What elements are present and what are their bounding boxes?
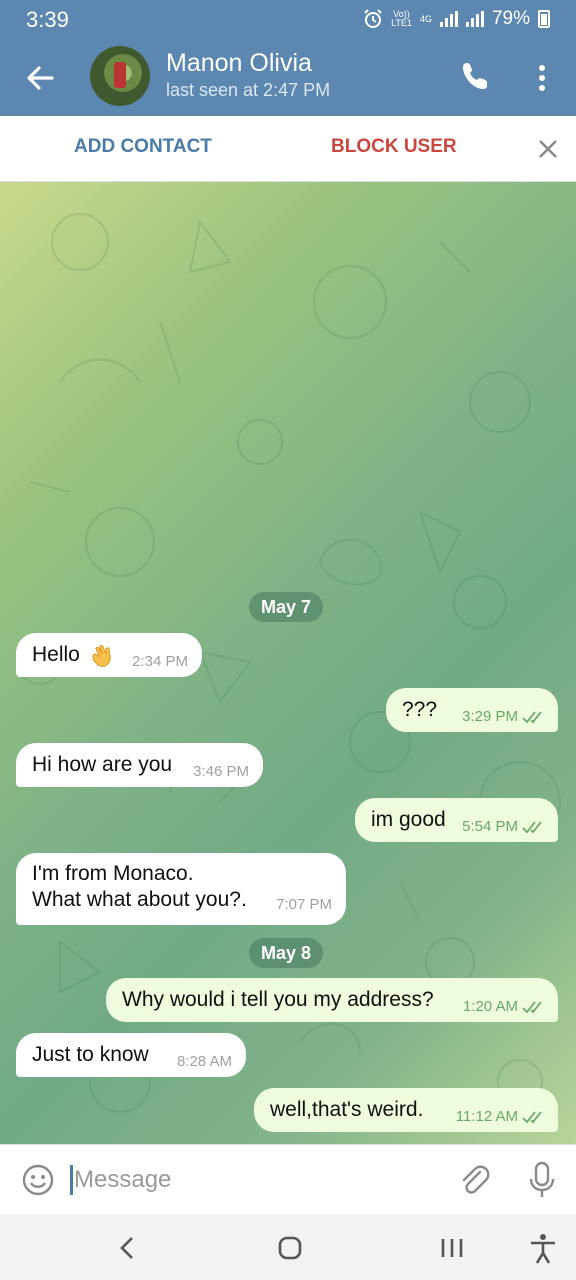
message-bubble-incoming[interactable]: Hello 2:34 PM: [16, 633, 202, 677]
message-time: 1:20 AM: [462, 998, 518, 1015]
chat-header: Manon Olivia last seen at 2:47 PM: [0, 42, 576, 116]
message-text: im good: [371, 808, 446, 831]
message-text: Hello: [32, 643, 80, 666]
message-input[interactable]: [74, 1163, 434, 1197]
message-text-line: I'm from Monaco.: [32, 862, 194, 885]
network-indicator: Vo)) LTE1: [391, 9, 412, 28]
alarm-icon: [364, 9, 382, 28]
system-nav-bar: [0, 1214, 576, 1280]
date-separator: May 7: [249, 592, 324, 622]
nav-recent-apps-icon[interactable]: [436, 1232, 468, 1264]
mic-icon[interactable]: [526, 1160, 558, 1200]
message-text: Hi how are you: [32, 753, 173, 776]
text-cursor: [70, 1165, 73, 1195]
status-time: 3:39: [26, 7, 69, 32]
double-check-icon: [522, 1001, 542, 1014]
status-bar: 3:39 Vo)) LTE1 4G 79%: [0, 0, 576, 42]
message-composer: [0, 1144, 576, 1214]
signal-icon-2: [465, 11, 484, 27]
message-bubble-outgoing[interactable]: im good 5:54 PM: [355, 798, 558, 842]
attach-icon[interactable]: [456, 1162, 492, 1198]
message-text: ???: [402, 698, 438, 721]
add-contact-button[interactable]: ADD CONTACT: [74, 136, 212, 158]
signal-icon: [439, 11, 458, 27]
message-text: Just to know: [32, 1043, 149, 1066]
message-bubble-incoming[interactable]: Hi how are you 3:46 PM: [16, 743, 263, 787]
message-bubble-outgoing[interactable]: well,that's weird. 11:12 AM: [254, 1088, 558, 1132]
message-meta: 5:54 PM: [462, 818, 546, 835]
more-vert-icon[interactable]: [528, 60, 556, 96]
message-meta: 1:20 AM: [463, 998, 546, 1015]
date-separator: May 8: [249, 938, 324, 968]
back-arrow-icon[interactable]: [22, 60, 58, 96]
double-check-icon: [522, 821, 542, 834]
double-check-icon: [522, 1111, 542, 1124]
waving-hand-icon: [92, 645, 111, 668]
nav-home-icon[interactable]: [274, 1232, 306, 1264]
phone-icon[interactable]: [458, 58, 494, 94]
status-icons: Vo)) LTE1 4G 79%: [363, 8, 550, 30]
double-check-icon: [522, 711, 542, 724]
battery-icon: [538, 10, 550, 28]
avatar-figure: [114, 62, 126, 88]
avatar[interactable]: [90, 46, 150, 106]
last-seen-status: last seen at 2:47 PM: [166, 80, 331, 100]
message-time: 7:07 PM: [276, 896, 332, 913]
close-icon[interactable]: [536, 137, 560, 161]
message-text: Why would i tell you my address?: [122, 988, 434, 1011]
nav-back-icon[interactable]: [112, 1232, 144, 1264]
message-bubble-outgoing[interactable]: Why would i tell you my address? 1:20 AM: [106, 978, 558, 1022]
message-time: 5:54 PM: [462, 818, 518, 835]
message-time: 11:12 AM: [455, 1108, 518, 1125]
message-bubble-outgoing[interactable]: ??? 3:29 PM: [386, 688, 558, 732]
contact-name[interactable]: Manon Olivia: [166, 49, 312, 78]
accessibility-icon[interactable]: [526, 1231, 560, 1265]
block-user-button[interactable]: BLOCK USER: [331, 136, 457, 158]
message-time: 8:28 AM: [176, 1053, 232, 1070]
message-time: 2:34 PM: [132, 653, 188, 670]
battery-percent: 79%: [491, 8, 530, 29]
message-meta: 3:29 PM: [462, 708, 546, 725]
message-bubble-incoming[interactable]: Just to know 8:28 AM: [16, 1033, 246, 1077]
contact-action-bar: ADD CONTACT BLOCK USER: [0, 116, 576, 182]
data-type-label: 4G: [419, 13, 432, 24]
message-bubble-incoming[interactable]: I'm from Monaco. What what about you?. 7…: [16, 853, 346, 925]
message-meta: 11:12 AM: [456, 1108, 546, 1125]
message-text: well,that's weird.: [270, 1098, 424, 1121]
emoji-icon[interactable]: [20, 1162, 56, 1198]
message-time: 3:29 PM: [462, 708, 518, 725]
chat-area[interactable]: May 7 Hello 2:34 PM ??? 3:29 PM Hi how a…: [0, 182, 576, 1144]
message-time: 3:46 PM: [193, 763, 249, 780]
